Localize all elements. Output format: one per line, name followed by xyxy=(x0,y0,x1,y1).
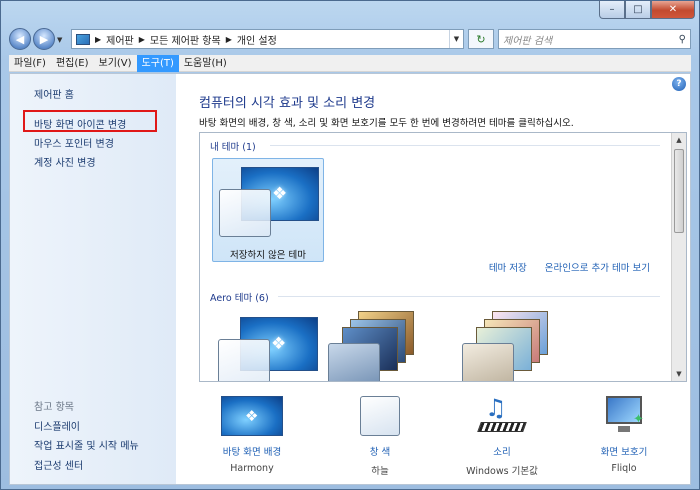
help-icon[interactable]: ? xyxy=(672,77,686,91)
theme-window-color-preview xyxy=(219,189,271,237)
theme-unsaved[interactable]: ❖ 저장하지 않은 테마 xyxy=(212,158,324,262)
search-icon[interactable]: ⚲ xyxy=(679,34,686,45)
screensaver-label: 화면 보호기 xyxy=(600,447,648,458)
window-color-icon xyxy=(349,396,411,440)
my-themes-heading: 내 테마 (1) xyxy=(210,142,256,153)
content-area: 제어판 홈 바탕 화면 아이콘 변경 마우스 포인터 변경 계정 사진 변경 참… xyxy=(9,73,691,485)
sound-setting[interactable]: ♫ 소리 Windows 기본값 xyxy=(443,390,561,477)
page-title: 컴퓨터의 시각 효과 및 소리 변경 xyxy=(199,96,376,111)
page-description: 바탕 화면의 배경, 창 색, 소리 및 화면 보호기를 모두 한 번에 변경하… xyxy=(199,118,574,129)
close-button[interactable]: ✕ xyxy=(651,1,695,19)
caption-buttons: – □ ✕ xyxy=(599,1,695,21)
theme-list-scrollbar[interactable]: ▲ ▼ xyxy=(671,133,686,381)
window-color-setting[interactable]: 창 색 하늘 xyxy=(321,390,439,477)
windows-logo-icon: ❖ xyxy=(271,334,287,354)
theme-window-color-preview xyxy=(328,343,380,381)
windows-logo-icon: ❖ xyxy=(272,184,288,204)
sound-icon: ♫ xyxy=(471,394,533,440)
refresh-button[interactable]: ↻ xyxy=(468,29,494,49)
menu-tools[interactable]: 도구(T) xyxy=(136,54,179,72)
search-placeholder: 제어판 검색 xyxy=(503,35,553,47)
forward-button[interactable]: ▶ xyxy=(33,28,55,50)
navigation-bar: ◀ ▶ ▼ ▶ 제어판 ▶ 모든 제어판 항목 ▶ 개인 설정 ▼ ↻ 제어판 … xyxy=(9,27,691,51)
breadcrumb-all-items[interactable]: 모든 제어판 항목 xyxy=(150,32,221,47)
get-more-themes-link[interactable]: 온라인으로 추가 테마 보기 xyxy=(545,260,650,274)
window-color-value: 하늘 xyxy=(371,466,389,477)
menu-help[interactable]: 도움말(H) xyxy=(179,55,232,72)
minimize-button[interactable]: – xyxy=(599,1,625,19)
theme-window-color-preview xyxy=(218,339,270,381)
sidebar-link-taskbar[interactable]: 작업 표시줄 및 시작 메뉴 xyxy=(34,437,139,452)
desktop-background-setting[interactable]: ❖ 바탕 화면 배경 Harmony xyxy=(193,390,311,474)
breadcrumb-chevron-icon[interactable]: ▶ xyxy=(139,35,145,44)
scroll-down-icon[interactable]: ▼ xyxy=(672,367,686,381)
theme-settings-bar: ❖ 바탕 화면 배경 Harmony 창 색 하늘 ♫ 소리 Windows 기… xyxy=(199,390,687,480)
screensaver-setting[interactable]: ✦ 화면 보호기 Fliqlo xyxy=(565,390,683,474)
theme-list[interactable]: 내 테마 (1) ❖ 저장하지 않은 테마 테마 저장 온라인으로 추가 테마 … xyxy=(199,132,687,382)
breadcrumb-control-panel[interactable]: 제어판 xyxy=(106,32,134,47)
sidebar-link-display[interactable]: 디스플레이 xyxy=(34,418,80,433)
save-theme-link[interactable]: 테마 저장 xyxy=(489,260,527,274)
desktop-background-value: Harmony xyxy=(230,463,274,474)
sidebar-link-mouse-pointers[interactable]: 마우스 포인터 변경 xyxy=(34,135,114,150)
theme-windows7[interactable]: ❖ xyxy=(212,309,324,381)
see-also-heading: 참고 항목 xyxy=(34,402,74,413)
search-input[interactable]: 제어판 검색 ⚲ xyxy=(498,29,691,49)
theme-architecture[interactable] xyxy=(328,311,418,381)
theme-characters[interactable] xyxy=(462,311,552,381)
theme-actions: 테마 저장 온라인으로 추가 테마 보기 xyxy=(489,260,650,274)
scroll-thumb[interactable] xyxy=(674,149,684,233)
control-panel-icon xyxy=(76,33,90,45)
breadcrumb-chevron-icon[interactable]: ▶ xyxy=(226,35,232,44)
group-divider xyxy=(278,296,660,297)
windows-logo-icon: ❖ xyxy=(245,407,259,425)
sidebar-link-desktop-icons[interactable]: 바탕 화면 아이콘 변경 xyxy=(34,116,126,131)
sidebar-home-link[interactable]: 제어판 홈 xyxy=(34,86,74,101)
sidebar-link-account-picture[interactable]: 계정 사진 변경 xyxy=(34,154,96,169)
breadcrumb-personalization[interactable]: 개인 설정 xyxy=(237,32,277,47)
recent-pages-dropdown[interactable]: ▼ xyxy=(57,36,62,44)
desktop-background-label: 바탕 화면 배경 xyxy=(222,447,282,458)
menu-file[interactable]: 파일(F) xyxy=(9,55,51,72)
menu-bar: 파일(F) 편집(E) 보기(V) 도구(T) 도움말(H) xyxy=(9,54,691,72)
desktop-background-icon: ❖ xyxy=(221,396,283,440)
sound-label: 소리 xyxy=(493,447,511,458)
sidebar: 제어판 홈 바탕 화면 아이콘 변경 마우스 포인터 변경 계정 사진 변경 참… xyxy=(10,74,176,484)
back-button[interactable]: ◀ xyxy=(9,28,31,50)
address-bar[interactable]: ▶ 제어판 ▶ 모든 제어판 항목 ▶ 개인 설정 ▼ xyxy=(71,29,464,49)
aero-themes-heading: Aero 테마 (6) xyxy=(210,293,269,304)
theme-name: 저장하지 않은 테마 xyxy=(230,250,306,261)
menu-view[interactable]: 보기(V) xyxy=(94,55,137,72)
window-color-label: 창 색 xyxy=(369,447,391,458)
breadcrumb-chevron-icon[interactable]: ▶ xyxy=(95,35,101,44)
window: – □ ✕ ◀ ▶ ▼ ▶ 제어판 ▶ 모든 제어판 항목 ▶ 개인 설정 ▼ … xyxy=(0,0,700,490)
screensaver-icon: ✦ xyxy=(593,396,655,440)
scroll-up-icon[interactable]: ▲ xyxy=(672,133,686,147)
address-dropdown-icon[interactable]: ▼ xyxy=(449,30,463,48)
main-panel: ? 컴퓨터의 시각 효과 및 소리 변경 바탕 화면의 배경, 창 색, 소리 … xyxy=(176,74,690,484)
screensaver-value: Fliqlo xyxy=(611,463,637,474)
sidebar-link-ease-of-access[interactable]: 접근성 센터 xyxy=(34,457,83,472)
sound-value: Windows 기본값 xyxy=(466,466,538,477)
group-divider xyxy=(270,145,660,146)
menu-edit[interactable]: 편집(E) xyxy=(51,55,94,72)
theme-window-color-preview xyxy=(462,343,514,381)
maximize-button[interactable]: □ xyxy=(625,1,651,19)
